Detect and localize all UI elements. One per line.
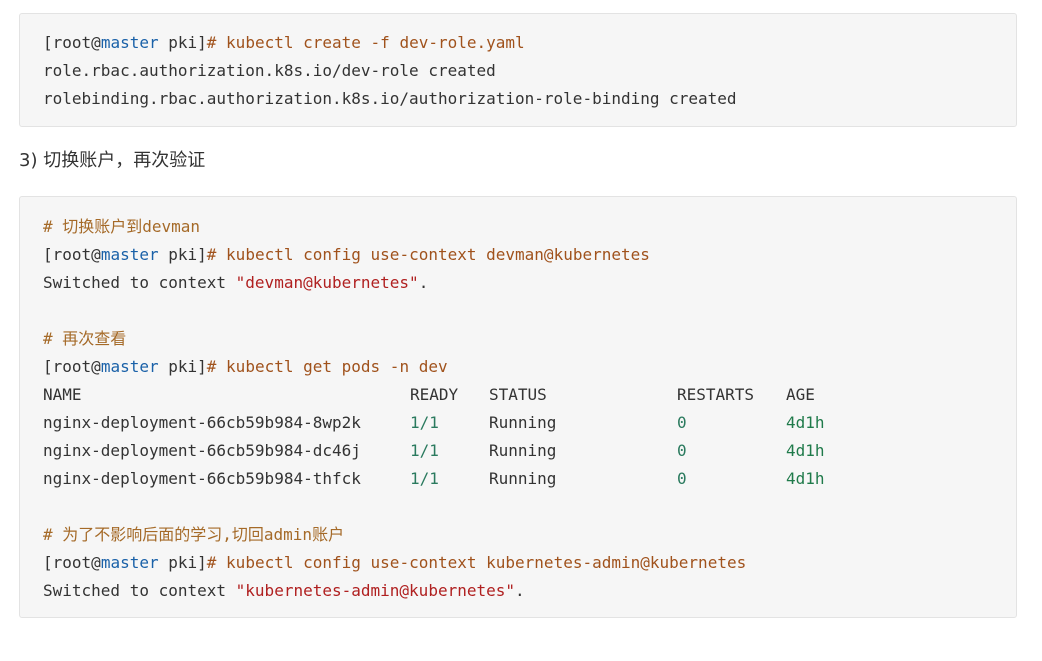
output-line: Switched to context "kubernetes-admin@ku… bbox=[43, 577, 1016, 605]
prompt-hash: # bbox=[206, 357, 227, 376]
pod-restarts: 0 bbox=[677, 469, 687, 488]
prompt-line: [root@master pki]# kubectl create -f dev… bbox=[43, 29, 1016, 57]
prompt-hash: # bbox=[206, 33, 227, 52]
prompt-host: master bbox=[100, 245, 159, 264]
prompt-hash: # bbox=[206, 553, 227, 572]
output-line: role.rbac.authorization.k8s.io/dev-role … bbox=[43, 61, 496, 80]
prompt-path: pki] bbox=[158, 245, 207, 264]
table-row: nginx-deployment-66cb59b984-thfck 1/1 Ru… bbox=[43, 465, 1016, 493]
output-prefix: Switched to context bbox=[43, 581, 236, 600]
table-row: nginx-deployment-66cb59b984-8wp2k 1/1 Ru… bbox=[43, 409, 1016, 437]
comment-line: # 切换账户到devman bbox=[43, 217, 201, 236]
command-text: kubectl create -f dev-role.yaml bbox=[226, 33, 525, 52]
pod-age: 4d1h bbox=[786, 469, 825, 488]
output-line: Switched to context "devman@kubernetes". bbox=[43, 269, 1016, 297]
pod-status: Running bbox=[489, 441, 557, 460]
header-status: STATUS bbox=[489, 385, 547, 404]
command-text: kubectl config use-context devman@kubern… bbox=[226, 245, 650, 264]
prompt-at: @ bbox=[91, 245, 101, 264]
output-suffix: . bbox=[418, 273, 429, 292]
pod-restarts: 0 bbox=[677, 441, 687, 460]
prompt-line: [root@master pki]# kubectl config use-co… bbox=[43, 241, 1016, 269]
table-header-row: NAME READY STATUS RESTARTS AGE bbox=[43, 381, 1016, 409]
header-age: AGE bbox=[786, 385, 815, 404]
prompt-at: @ bbox=[91, 357, 101, 376]
prompt-host: master bbox=[100, 553, 159, 572]
prompt-at: @ bbox=[91, 33, 101, 52]
header-name: NAME bbox=[43, 385, 82, 404]
context-string: "kubernetes-admin@kubernetes" bbox=[235, 581, 516, 600]
code-block-create-role: [root@master pki]# kubectl create -f dev… bbox=[19, 13, 1017, 127]
comment-line: # 再次查看 bbox=[43, 329, 127, 348]
prompt-hash: # bbox=[206, 245, 227, 264]
prompt-open: [root bbox=[43, 245, 92, 264]
pod-name: nginx-deployment-66cb59b984-thfck bbox=[43, 469, 361, 488]
output-suffix: . bbox=[515, 581, 525, 600]
prompt-open: [root bbox=[43, 33, 92, 52]
pod-ready: 1/1 bbox=[410, 413, 439, 432]
command-text: kubectl get pods -n dev bbox=[226, 357, 448, 376]
prompt-at: @ bbox=[91, 553, 101, 572]
header-restarts: RESTARTS bbox=[677, 385, 755, 404]
code-block-switch-verify: # 切换账户到devman [root@master pki]# kubectl… bbox=[19, 196, 1017, 618]
pod-restarts: 0 bbox=[677, 413, 687, 432]
pod-status: Running bbox=[489, 469, 557, 488]
pod-age: 4d1h bbox=[786, 413, 825, 432]
prompt-open: [root bbox=[43, 357, 92, 376]
prompt-path: pki] bbox=[158, 33, 207, 52]
prompt-line: [root@master pki]# kubectl get pods -n d… bbox=[43, 353, 1016, 381]
prompt-path: pki] bbox=[158, 553, 207, 572]
table-row: nginx-deployment-66cb59b984-dc46j 1/1 Ru… bbox=[43, 437, 1016, 465]
comment-line: # 为了不影响后面的学习,切回admin账户 bbox=[43, 525, 345, 544]
prompt-path: pki] bbox=[158, 357, 207, 376]
pod-status: Running bbox=[489, 413, 557, 432]
prompt-host: master bbox=[100, 357, 159, 376]
pod-ready: 1/1 bbox=[410, 469, 439, 488]
pod-name: nginx-deployment-66cb59b984-8wp2k bbox=[43, 413, 361, 432]
prompt-line: [root@master pki]# kubectl config use-co… bbox=[43, 549, 1016, 577]
prompt-host: master bbox=[100, 33, 159, 52]
section-heading: 3) 切换账户，再次验证 bbox=[19, 150, 206, 171]
pod-name: nginx-deployment-66cb59b984-dc46j bbox=[43, 441, 361, 460]
output-prefix: Switched to context bbox=[43, 273, 236, 292]
context-string: "devman@kubernetes" bbox=[235, 273, 419, 292]
header-ready: READY bbox=[410, 385, 459, 404]
command-text: kubectl config use-context kubernetes-ad… bbox=[226, 553, 747, 572]
pod-ready: 1/1 bbox=[410, 441, 439, 460]
output-line: rolebinding.rbac.authorization.k8s.io/au… bbox=[43, 89, 737, 108]
pod-age: 4d1h bbox=[786, 441, 825, 460]
prompt-open: [root bbox=[43, 553, 92, 572]
